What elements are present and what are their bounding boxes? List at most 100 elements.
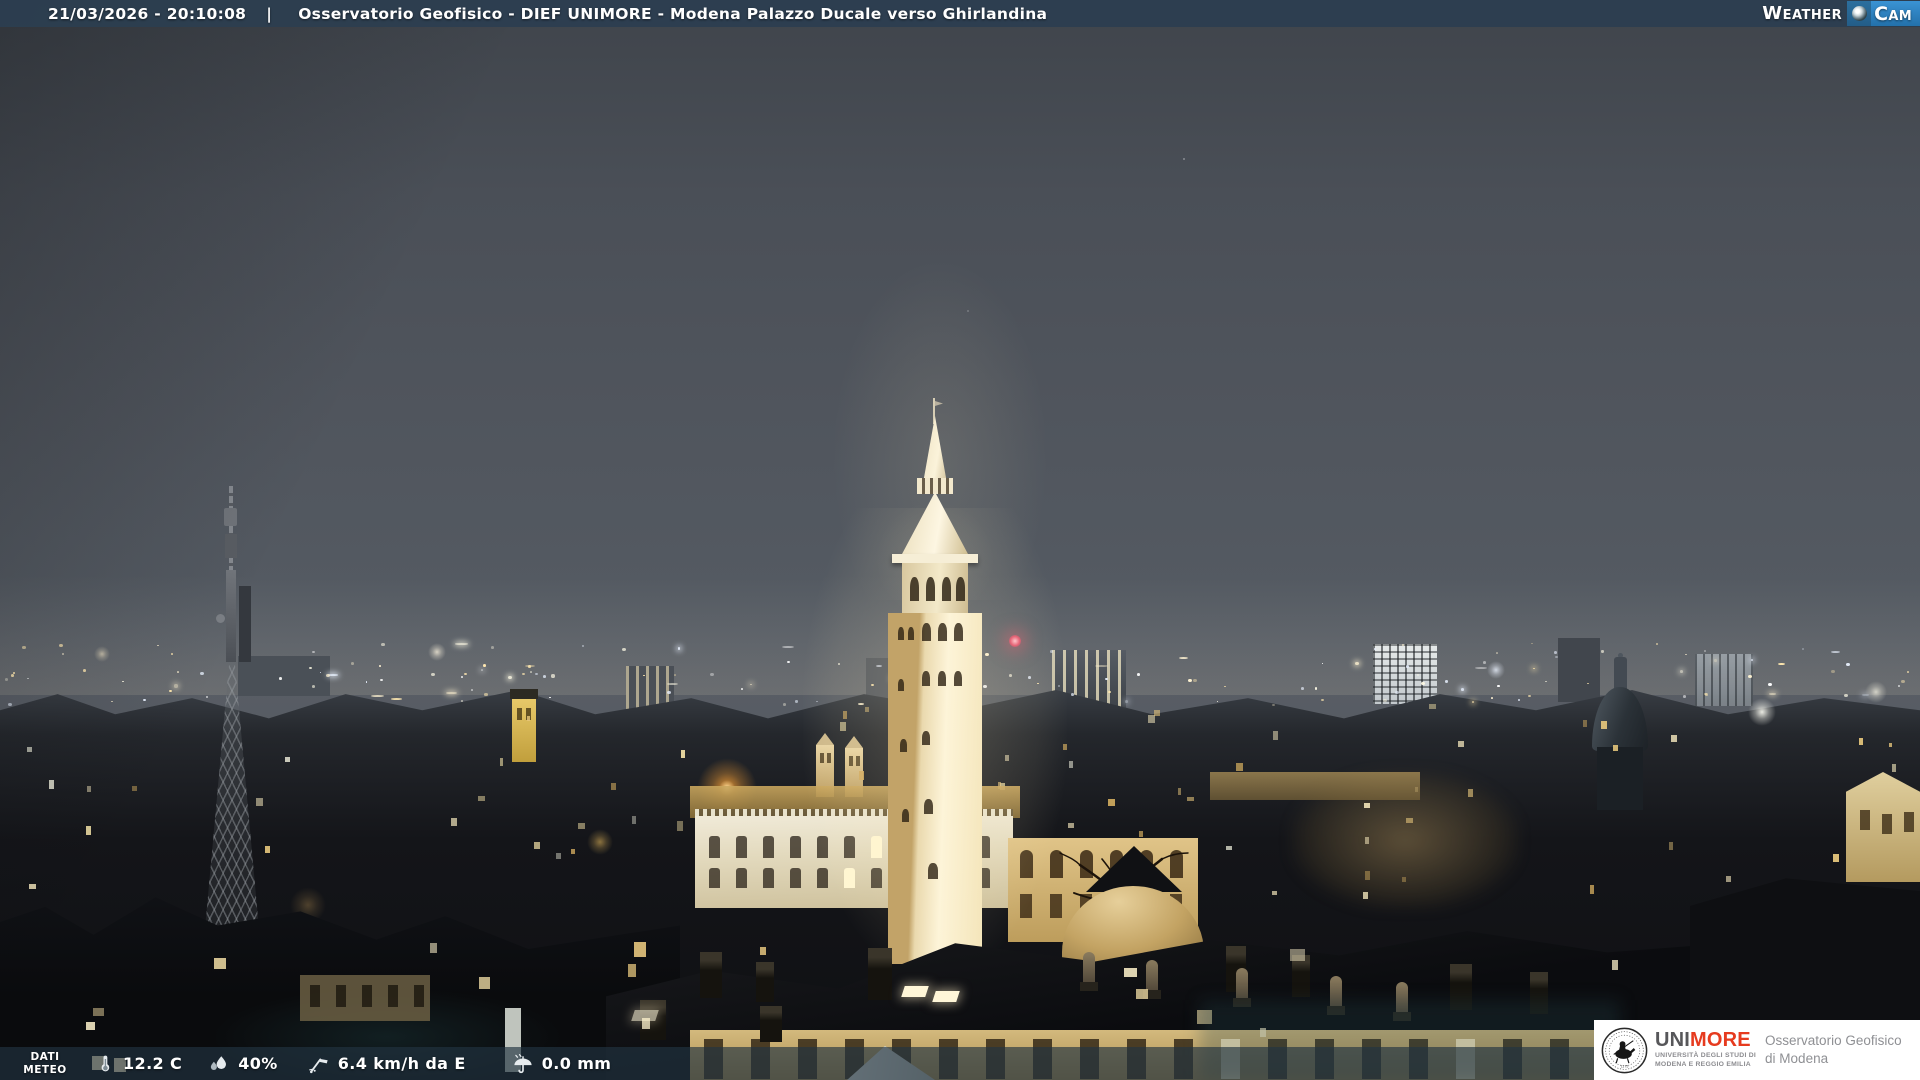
lit-window	[922, 754, 929, 761]
distant-light	[431, 672, 435, 676]
distant-light	[1474, 666, 1488, 669]
facade-window	[704, 1039, 723, 1079]
weathercam-cam-label: Cam	[1871, 1, 1920, 26]
facade-window	[871, 836, 882, 858]
distant-light	[1748, 674, 1752, 678]
lit-window	[1152, 886, 1158, 892]
lit-window	[1096, 872, 1101, 881]
facade-window	[1080, 894, 1092, 918]
distant-building	[1558, 638, 1600, 702]
distant-light	[1179, 657, 1189, 660]
lit-window	[533, 842, 540, 850]
tower-lower-spire	[900, 492, 970, 556]
lit-bell-tower	[510, 689, 538, 762]
distant-light	[481, 669, 484, 671]
facade-window	[790, 836, 801, 858]
distant-light	[378, 664, 382, 668]
bright-sloped-roof	[847, 1046, 935, 1080]
lens-glyph	[1851, 6, 1867, 21]
distant-light	[890, 676, 895, 680]
lit-window	[28, 884, 36, 890]
light-glow	[719, 780, 735, 796]
lit-window	[1187, 796, 1194, 802]
lit-window	[526, 715, 530, 721]
camera-lens-icon	[1847, 1, 1872, 26]
distant-light	[1714, 659, 1718, 663]
tower-lantern-arcade	[917, 478, 953, 494]
distant-light	[1750, 658, 1753, 661]
facade-window	[979, 836, 990, 858]
distant-light	[205, 696, 208, 698]
lit-window	[499, 757, 504, 767]
distant-light	[1587, 682, 1589, 685]
unimore-branding-box: 1175 UNIMORE UNIVERSITÀ DEGLI STUDI DI M…	[1594, 1020, 1920, 1080]
distant-light	[1049, 650, 1053, 653]
chimney	[1450, 964, 1472, 1010]
duomo-turret	[816, 745, 834, 797]
chimney	[756, 962, 774, 1002]
distant-light	[1861, 694, 1869, 697]
facade-window	[952, 836, 963, 858]
weathercam-weather-label: Weather	[1762, 3, 1843, 24]
distant-light	[1682, 695, 1686, 698]
tower-upper-spire	[923, 416, 947, 480]
light-glow	[1487, 661, 1505, 679]
weather-data-bar: DATI METEO 12.2 C 40% 6.4 km/h da E 0.0 …	[0, 1047, 1920, 1080]
tower-spire-needle	[933, 398, 935, 424]
lit-window	[1669, 842, 1674, 850]
timestamp: 21/03/2026 - 20:10:08	[48, 4, 247, 23]
lit-window	[1226, 845, 1232, 850]
mast-lattice-base	[198, 662, 266, 1006]
lit-window	[451, 818, 458, 827]
tower-window	[898, 627, 904, 640]
facade-window	[844, 868, 855, 888]
lit-window	[997, 781, 1001, 789]
facade-window	[1110, 850, 1123, 878]
distant-light	[327, 674, 339, 677]
distant-light	[1679, 669, 1684, 673]
palazzo-facade-left	[695, 809, 1013, 908]
distant-building	[1373, 644, 1437, 704]
lit-window	[264, 845, 270, 854]
distant-light	[59, 644, 63, 648]
distant-light	[667, 682, 678, 685]
distant-light	[921, 680, 924, 683]
distant-light	[1224, 685, 1227, 688]
lit-window	[1468, 788, 1474, 797]
light-pollution-haze	[780, 120, 1100, 600]
distant-light	[740, 687, 743, 690]
lit-window	[1405, 818, 1413, 824]
roof-statue	[1330, 976, 1342, 1008]
distant-light	[912, 673, 917, 677]
distant-light	[171, 652, 174, 655]
palazzo-rotunda-wall	[1062, 886, 1204, 964]
tower-window	[954, 623, 963, 641]
distant-light	[4, 678, 8, 681]
distant-light	[1272, 703, 1276, 707]
facade-window	[979, 868, 990, 888]
distant-light	[1058, 685, 1060, 687]
tower-flood-light-glow	[803, 508, 1067, 978]
distant-light	[173, 684, 178, 688]
distant-light	[460, 699, 464, 702]
seal-year: 1175	[1621, 1064, 1629, 1068]
dome-drum	[1597, 747, 1643, 810]
facade-window	[736, 868, 747, 888]
distant-light	[62, 653, 65, 656]
lit-window	[610, 783, 617, 791]
palazzo-ducale-roof	[606, 931, 1770, 1080]
lit-window	[1859, 737, 1864, 746]
distant-light	[1553, 650, 1557, 654]
facade-window	[763, 836, 774, 858]
lit-rooftop-band	[1210, 772, 1420, 800]
lit-skylight	[932, 991, 960, 1002]
facade-window	[892, 1039, 911, 1079]
distant-light	[1545, 680, 1548, 683]
distant-light	[1105, 677, 1108, 681]
dome-lantern	[1614, 657, 1627, 693]
distant-light	[582, 645, 584, 647]
facade-window	[1080, 850, 1093, 878]
distant-light	[1778, 663, 1785, 666]
facade-window	[1080, 1039, 1099, 1079]
lit-window-pair	[92, 1056, 104, 1070]
